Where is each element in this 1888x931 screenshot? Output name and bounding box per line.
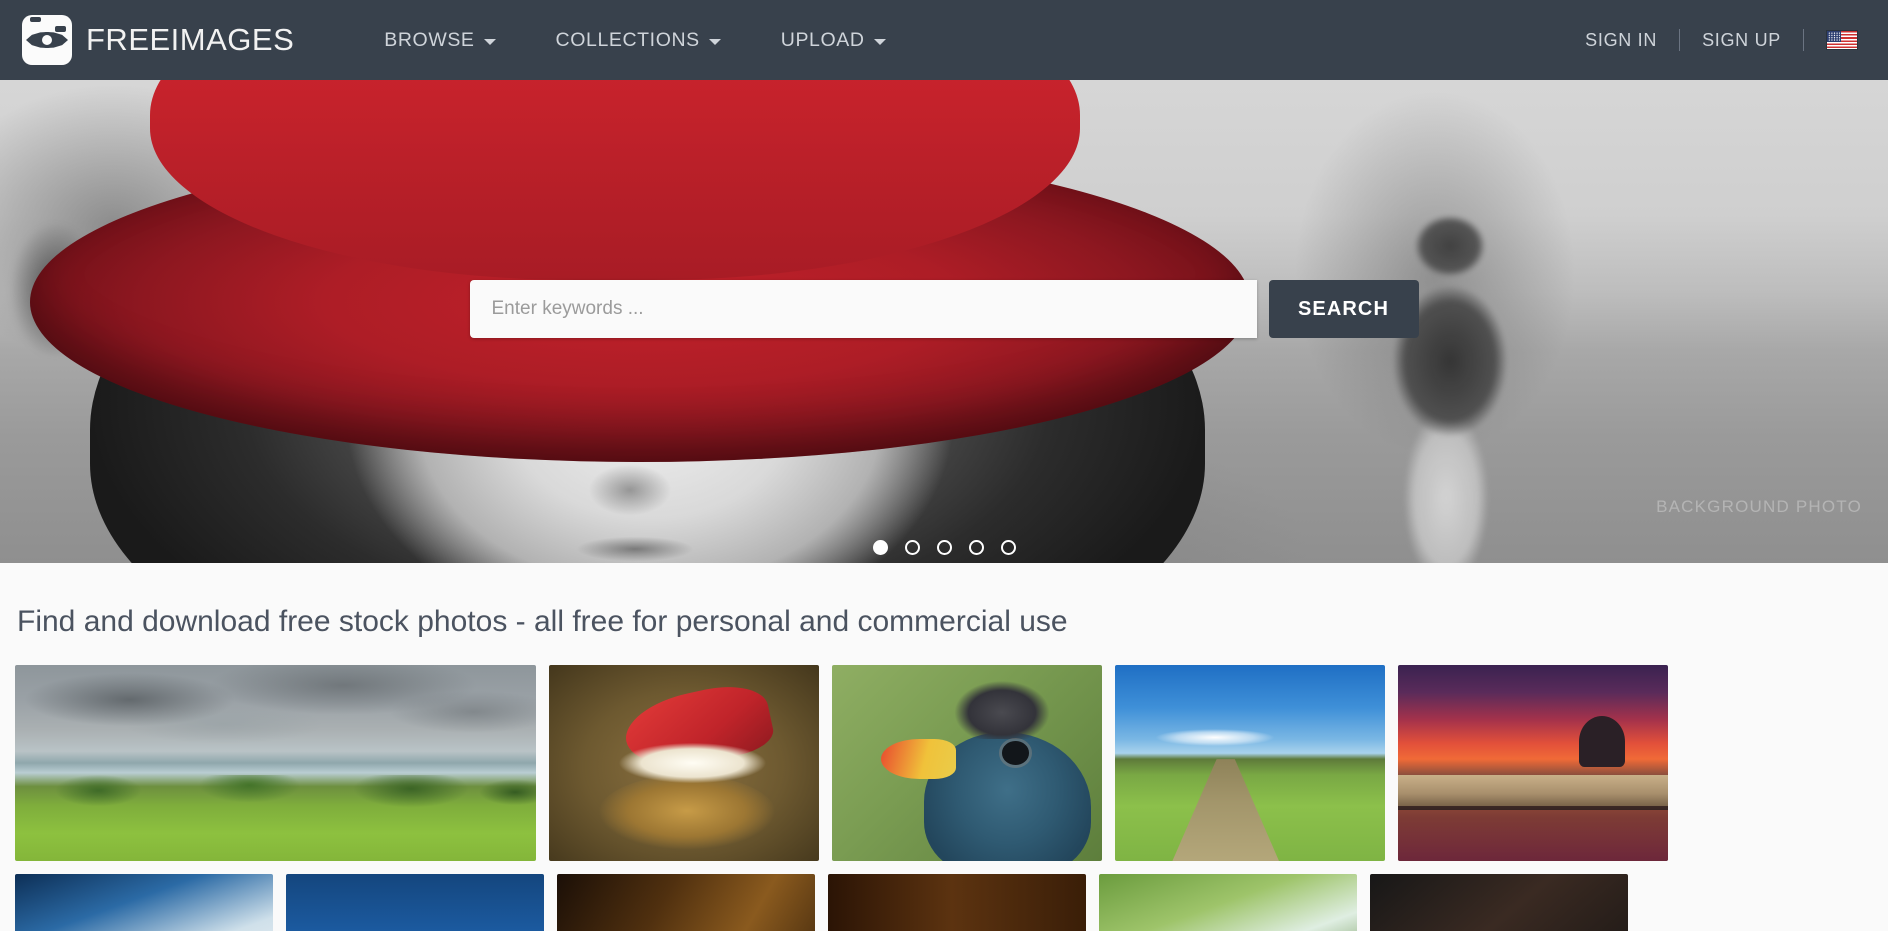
photo-thumbnail-blue-sky-with-clouds[interactable] bbox=[15, 874, 273, 931]
account-nav: SIGN IN SIGN UP bbox=[1563, 29, 1866, 51]
photo-grid-row-2 bbox=[15, 874, 1873, 931]
nav-item-browse[interactable]: BROWSE bbox=[354, 0, 525, 80]
nav-item-upload[interactable]: UPLOAD bbox=[751, 0, 916, 80]
brand-name: FREEIMAGES bbox=[86, 22, 295, 57]
photo-thumbnail-green-trees-and-grass[interactable] bbox=[1099, 874, 1357, 931]
nav-item-collections-label: COLLECTIONS bbox=[555, 28, 700, 51]
main-nav: BROWSE COLLECTIONS UPLOAD bbox=[354, 0, 915, 80]
caret-down-icon bbox=[873, 38, 886, 45]
brand-logo-link[interactable]: FREEIMAGES bbox=[22, 15, 294, 65]
carousel-dot-2[interactable] bbox=[904, 540, 920, 555]
photo-thumbnail-lake-and-green-field-landscape[interactable] bbox=[15, 665, 536, 861]
carousel-dots bbox=[0, 540, 1888, 555]
photo-thumbnail-countryside-path-under-blue-sky[interactable] bbox=[1115, 665, 1385, 861]
photo-thumbnail-dark-night-scene[interactable] bbox=[1370, 874, 1628, 931]
photo-thumbnail-blue-turaco-bird-portrait[interactable] bbox=[832, 665, 1102, 861]
caret-down-icon bbox=[708, 38, 721, 45]
us-flag-icon[interactable] bbox=[1826, 30, 1858, 50]
search-button[interactable]: SEARCH bbox=[1268, 280, 1419, 338]
top-navbar: FREEIMAGES BROWSE COLLECTIONS UPLOAD SIG… bbox=[0, 0, 1888, 80]
carousel-dot-4[interactable] bbox=[968, 540, 984, 555]
carousel-dot-1[interactable] bbox=[872, 540, 888, 555]
hero-search-form: SEARCH bbox=[0, 280, 1888, 338]
photo-thumbnail-cloud-in-deep-blue-sky[interactable] bbox=[286, 874, 544, 931]
nav-item-browse-label: BROWSE bbox=[384, 28, 475, 51]
carousel-dot-3[interactable] bbox=[936, 540, 952, 555]
photo-thumbnail-dark-brown-texture[interactable] bbox=[557, 874, 815, 931]
sign-up-link[interactable]: SIGN UP bbox=[1680, 30, 1803, 51]
camera-icon bbox=[22, 15, 72, 65]
photo-thumbnail-dog-wearing-santa-hat[interactable] bbox=[549, 665, 819, 861]
photo-thumbnail-rome-bridge-at-sunset[interactable] bbox=[1398, 665, 1668, 861]
nav-item-upload-label: UPLOAD bbox=[780, 28, 865, 51]
caret-down-icon bbox=[483, 38, 496, 45]
search-input[interactable] bbox=[469, 280, 1257, 338]
hero-photo-credit: BACKGROUND PHOTO bbox=[1656, 497, 1862, 516]
page-title: Find and download free stock photos - al… bbox=[17, 605, 1068, 638]
hero-carousel: BACKGROUND PHOTO SEARCH NEW PHOTOS POPUL… bbox=[0, 80, 1888, 563]
sign-in-link[interactable]: SIGN IN bbox=[1563, 30, 1679, 51]
main-content: Find and download free stock photos - al… bbox=[0, 563, 1888, 931]
photo-thumbnail-brown-wood-texture[interactable] bbox=[828, 874, 1086, 931]
nav-divider bbox=[1803, 29, 1804, 51]
nav-item-collections[interactable]: COLLECTIONS bbox=[526, 0, 751, 80]
carousel-dot-5[interactable] bbox=[1000, 540, 1016, 555]
photo-grid-row-1 bbox=[15, 665, 1873, 861]
